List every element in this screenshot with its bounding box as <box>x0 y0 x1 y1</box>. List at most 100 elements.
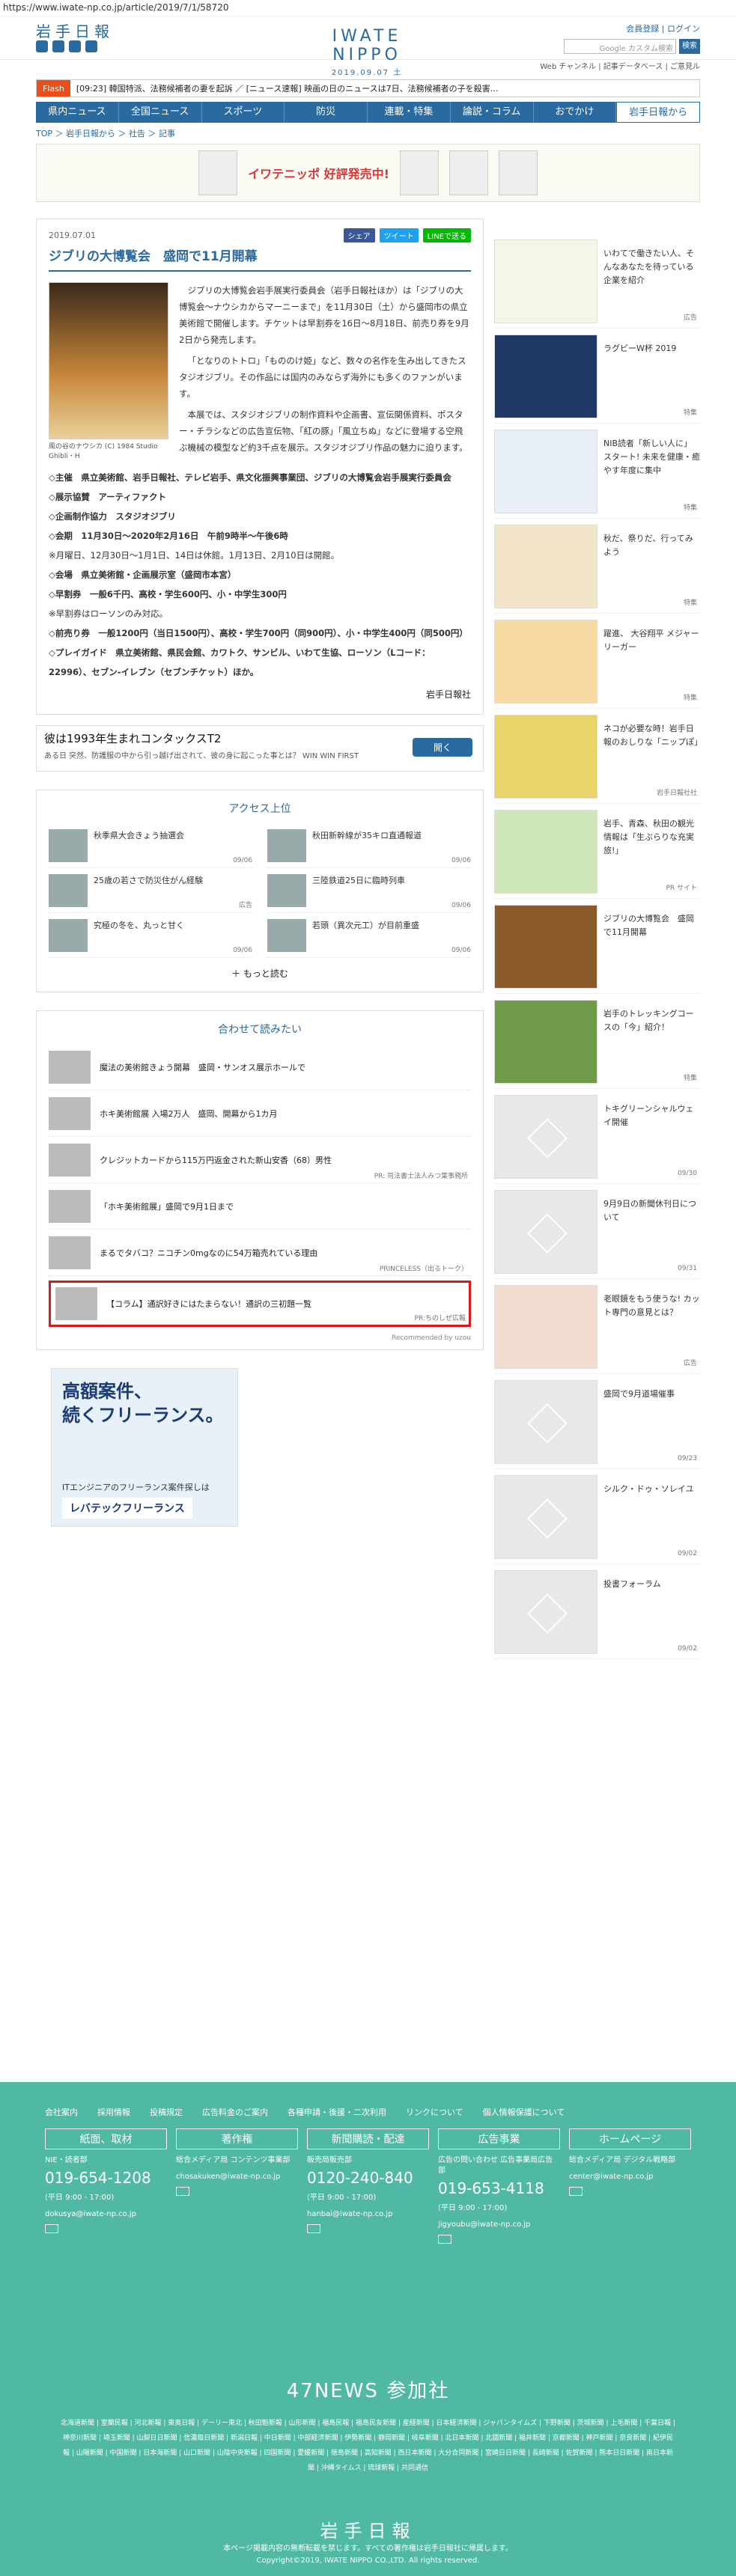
more-button[interactable]: ＋ もっと読む <box>49 967 471 984</box>
ranking-item[interactable]: 若頭（異次元工）が目前重盛 09/06 <box>267 913 471 958</box>
recommend-item[interactable]: ホキ美術館展 入場2万人 盛岡、開幕から1カ月 <box>49 1090 471 1137</box>
recommend-item[interactable]: まるでタバコ？ニコチン0mgなのに54万箱売れている理由 PRINCELESS（出… <box>49 1230 471 1276</box>
email-link[interactable]: center@iwate-np.co.jp <box>569 2172 691 2182</box>
nav-item-active[interactable]: 岩手日報から <box>616 102 700 123</box>
center-logo[interactable]: IWATE NIPPO 2019.09.07 土 <box>299 27 434 77</box>
footer-link[interactable]: 投稿規定 <box>150 2106 183 2118</box>
ranking-item[interactable]: 秋季県大会きょう抽選会 09/06 <box>49 823 252 868</box>
instagram-icon[interactable] <box>85 40 97 52</box>
promo-banner[interactable]: イワテニッポ 好評発売中! <box>36 144 700 202</box>
search-bar: Google カスタム検索 検索 <box>564 39 700 54</box>
flash-text[interactable]: [09:23] 韓国特派、法務候補者の妻を起訴 ／ [ニュース速報] 映画の日の… <box>70 82 499 94</box>
footer-link[interactable]: 採用情報 <box>97 2106 130 2118</box>
footer-link[interactable]: リンクについて <box>406 2106 463 2118</box>
sidebar-item[interactable]: 投書フォーラム 09/02 <box>494 1564 700 1659</box>
footer-link[interactable]: 個人情報保護について <box>483 2106 565 2118</box>
main-nav: 県内ニュース 全国ニュース スポーツ 防災 連載・特集 論説・コラム おでかけ … <box>36 102 700 123</box>
mail-icon[interactable] <box>307 2224 320 2233</box>
sidebar-item[interactable]: ネコが必要な時！岩手日報のおしりな「ニップぽ」 岩手日報社社 <box>494 709 702 804</box>
sidebar-item[interactable]: 9月9日の新聞休刊日について 09/31 <box>494 1184 700 1279</box>
sidebar-item[interactable]: 岩手、青森、秋田の観光情報は「生ぶらりな充実旅!」 PR サイト <box>494 804 700 899</box>
email-link[interactable]: chosakuken@iwate-np.co.jp <box>176 2172 298 2182</box>
sidebar-item[interactable]: 盛岡で9月道場催事 09/23 <box>494 1374 700 1469</box>
mail-icon[interactable] <box>438 2235 451 2244</box>
ranking-item[interactable]: 三陸鉄道25日に臨時列車 09/06 <box>267 868 471 913</box>
search-input[interactable]: Google カスタム検索 <box>564 39 676 54</box>
sidebar-item[interactable]: シルク・ドゥ・ソレイユ 09/02 <box>494 1469 700 1564</box>
sidebar-item[interactable]: 秋だ、祭りだ、行ってみよう 特集 <box>494 519 700 614</box>
ranking-item[interactable]: 秋田新幹線が35キロ直通報道 09/06 <box>267 823 471 868</box>
ranking-thumb <box>267 919 306 952</box>
facebook-icon[interactable] <box>52 40 64 52</box>
partner-papers[interactable]: 北海道新聞 | 室蘭民報 | 河北新報 | 東奥日報 | デーリー東北 | 秋田… <box>60 2416 676 2476</box>
sidebar-item[interactable]: 躍進、 大谷翔平 メジャーリーガー 特集 <box>494 614 700 709</box>
placeholder-image <box>494 1190 597 1274</box>
article-image[interactable] <box>49 282 168 439</box>
youtube-icon[interactable] <box>69 40 81 52</box>
banner-text: イワテニッポ 好評発売中! <box>248 167 389 181</box>
nav-item[interactable]: 論説・コラム <box>451 102 534 123</box>
nav-item[interactable]: おでかけ <box>534 102 617 123</box>
tweet-button[interactable]: ツイート <box>379 228 419 242</box>
nav-item[interactable]: 全国ニュース <box>119 102 202 123</box>
facebook-share-button[interactable]: シェア <box>343 228 375 242</box>
footer-column: ホームページ 総合メディア局 デジタル戦略部 center@iwate-np.co.… <box>569 2128 691 2244</box>
center-title: IWATE NIPPO <box>332 27 402 64</box>
placeholder-image <box>494 1475 597 1559</box>
header-right: 会員登録 | ログイン Google カスタム検索 検索 <box>564 22 700 54</box>
recommend-item[interactable]: 魔法の美術館きょう開幕 盛岡・サンオス展示ホールで <box>49 1044 471 1090</box>
nav-item[interactable]: スポーツ <box>202 102 285 123</box>
footer-link[interactable]: 会社案内 <box>45 2106 78 2118</box>
nav-item[interactable]: 防災 <box>285 102 368 123</box>
recommend-thumb <box>49 1143 91 1176</box>
login-links[interactable]: 会員登録 | ログイン <box>564 22 700 34</box>
recommend-item[interactable]: クレジットカードから115万円返金された新山安香（68）男性 PR: 司法書士法人… <box>49 1137 471 1183</box>
footer-column: 紙面、取材 NIE・読者部 019-654-1208 (平日 9:00 - 17:00… <box>45 2128 167 2244</box>
ranking-thumb <box>267 829 306 862</box>
line-share-button[interactable]: LINEで送る <box>422 228 471 242</box>
phone-number[interactable]: 019-654-1208 <box>45 2169 167 2187</box>
banner-image <box>198 150 238 195</box>
email-link[interactable]: hanbai@iwate-np.co.jp <box>307 2209 429 2220</box>
sidebar-item[interactable]: NIB読者「新しい人に」スタート! 未来を健康・癒やす年度に集中 特集 <box>494 424 700 519</box>
ad-title: 彼は1993年生まれコンタックスT2 <box>44 732 222 745</box>
sidebar-item[interactable]: 老眼鏡をもう使うな! カット専門の意見とは？ 広告 <box>494 1279 700 1374</box>
powered-by[interactable]: Recommended by uzou <box>49 1334 471 1342</box>
ad-strip[interactable]: 彼は1993年生まれコンタックスT2 ある日 突然、防護服の中から引っ越げ出され… <box>36 725 484 772</box>
ad-open-button[interactable]: 開く <box>412 738 472 757</box>
nav-item[interactable]: 県内ニュース <box>36 102 119 123</box>
sidebar-item[interactable]: ラグビーW杯 2019 特集 <box>494 329 700 424</box>
sidebar-thumb <box>494 525 597 608</box>
mail-icon[interactable] <box>45 2224 58 2233</box>
sidebar-item[interactable]: トキグリーンシャルウェイ開催 09/30 <box>494 1089 700 1184</box>
nav-item[interactable]: 連載・特集 <box>368 102 451 123</box>
mail-icon[interactable] <box>176 2187 189 2196</box>
footer-contacts: 紙面、取材 NIE・読者部 019-654-1208 (平日 9:00 - 17:00… <box>0 2118 736 2244</box>
recommend-item-highlighted[interactable]: 【コラム】通訳好きにはたまらない！通訳の三初題一覧 PR:ちのしぜ広報 <box>49 1281 471 1327</box>
site-logo[interactable]: 岩手日報 <box>36 19 114 41</box>
sidebar-item[interactable]: 岩手のトレッキングコースの「今」紹介！ 特集 <box>494 994 700 1089</box>
url-bar[interactable]: https://www.iwate-np.co.jp/article/2019/… <box>0 0 736 16</box>
ranking-thumb <box>49 874 88 907</box>
footer-link[interactable]: 各種申請・後援・二次利用 <box>288 2106 386 2118</box>
phone-number[interactable]: 0120-240-840 <box>307 2169 429 2187</box>
ranking-item[interactable]: 25歳の若さで防災住がん経験 広告 <box>49 868 252 913</box>
phone-number[interactable]: 019-653-4118 <box>438 2179 560 2197</box>
breadcrumb[interactable]: TOP ＞ 岩手日報から ＞ 社告 ＞ 記事 <box>36 127 700 139</box>
main-content: 2019.07.01 シェア ツイート LINEで送る ジブリの大博覧会 盛岡で… <box>36 219 484 1527</box>
footer-logo[interactable]: 岩手日報 <box>0 2516 736 2542</box>
email-link[interactable]: jigyoubu@iwate-np.co.jp <box>438 2220 560 2230</box>
email-link[interactable]: dokusya@iwate-np.co.jp <box>45 2209 167 2220</box>
sidebar-item[interactable]: ジブリの大博覧会 盛岡で11月開幕 <box>494 899 700 994</box>
footer-link[interactable]: 広告料金のご案内 <box>202 2106 268 2118</box>
info-line: ◇会場 県立美術館・企画展示室（盛岡市本宮） <box>49 570 237 580</box>
sidebar-item[interactable]: いわてで働きたい人、そんなあなたを待っている企業を紹介 広告 <box>494 234 700 329</box>
flash-ticker[interactable]: Flash [09:23] 韓国特派、法務候補者の妻を起訴 ／ [ニュース速報]… <box>36 79 700 97</box>
twitter-icon[interactable] <box>36 40 48 52</box>
ranking-item[interactable]: 究極の冬を、丸っと甘く 09/06 <box>49 913 252 958</box>
mail-icon[interactable] <box>569 2187 583 2196</box>
sidebar-thumb <box>494 715 597 799</box>
recommend-item[interactable]: 「ホキ美術館展」盛岡で9月1日まで <box>49 1183 471 1230</box>
search-button[interactable]: 検索 <box>679 39 700 54</box>
bottom-ad[interactable]: 高額案件、 続くフリーランス。 ITエンジニアのフリーランス案件探しは レバテッ… <box>51 1368 238 1527</box>
